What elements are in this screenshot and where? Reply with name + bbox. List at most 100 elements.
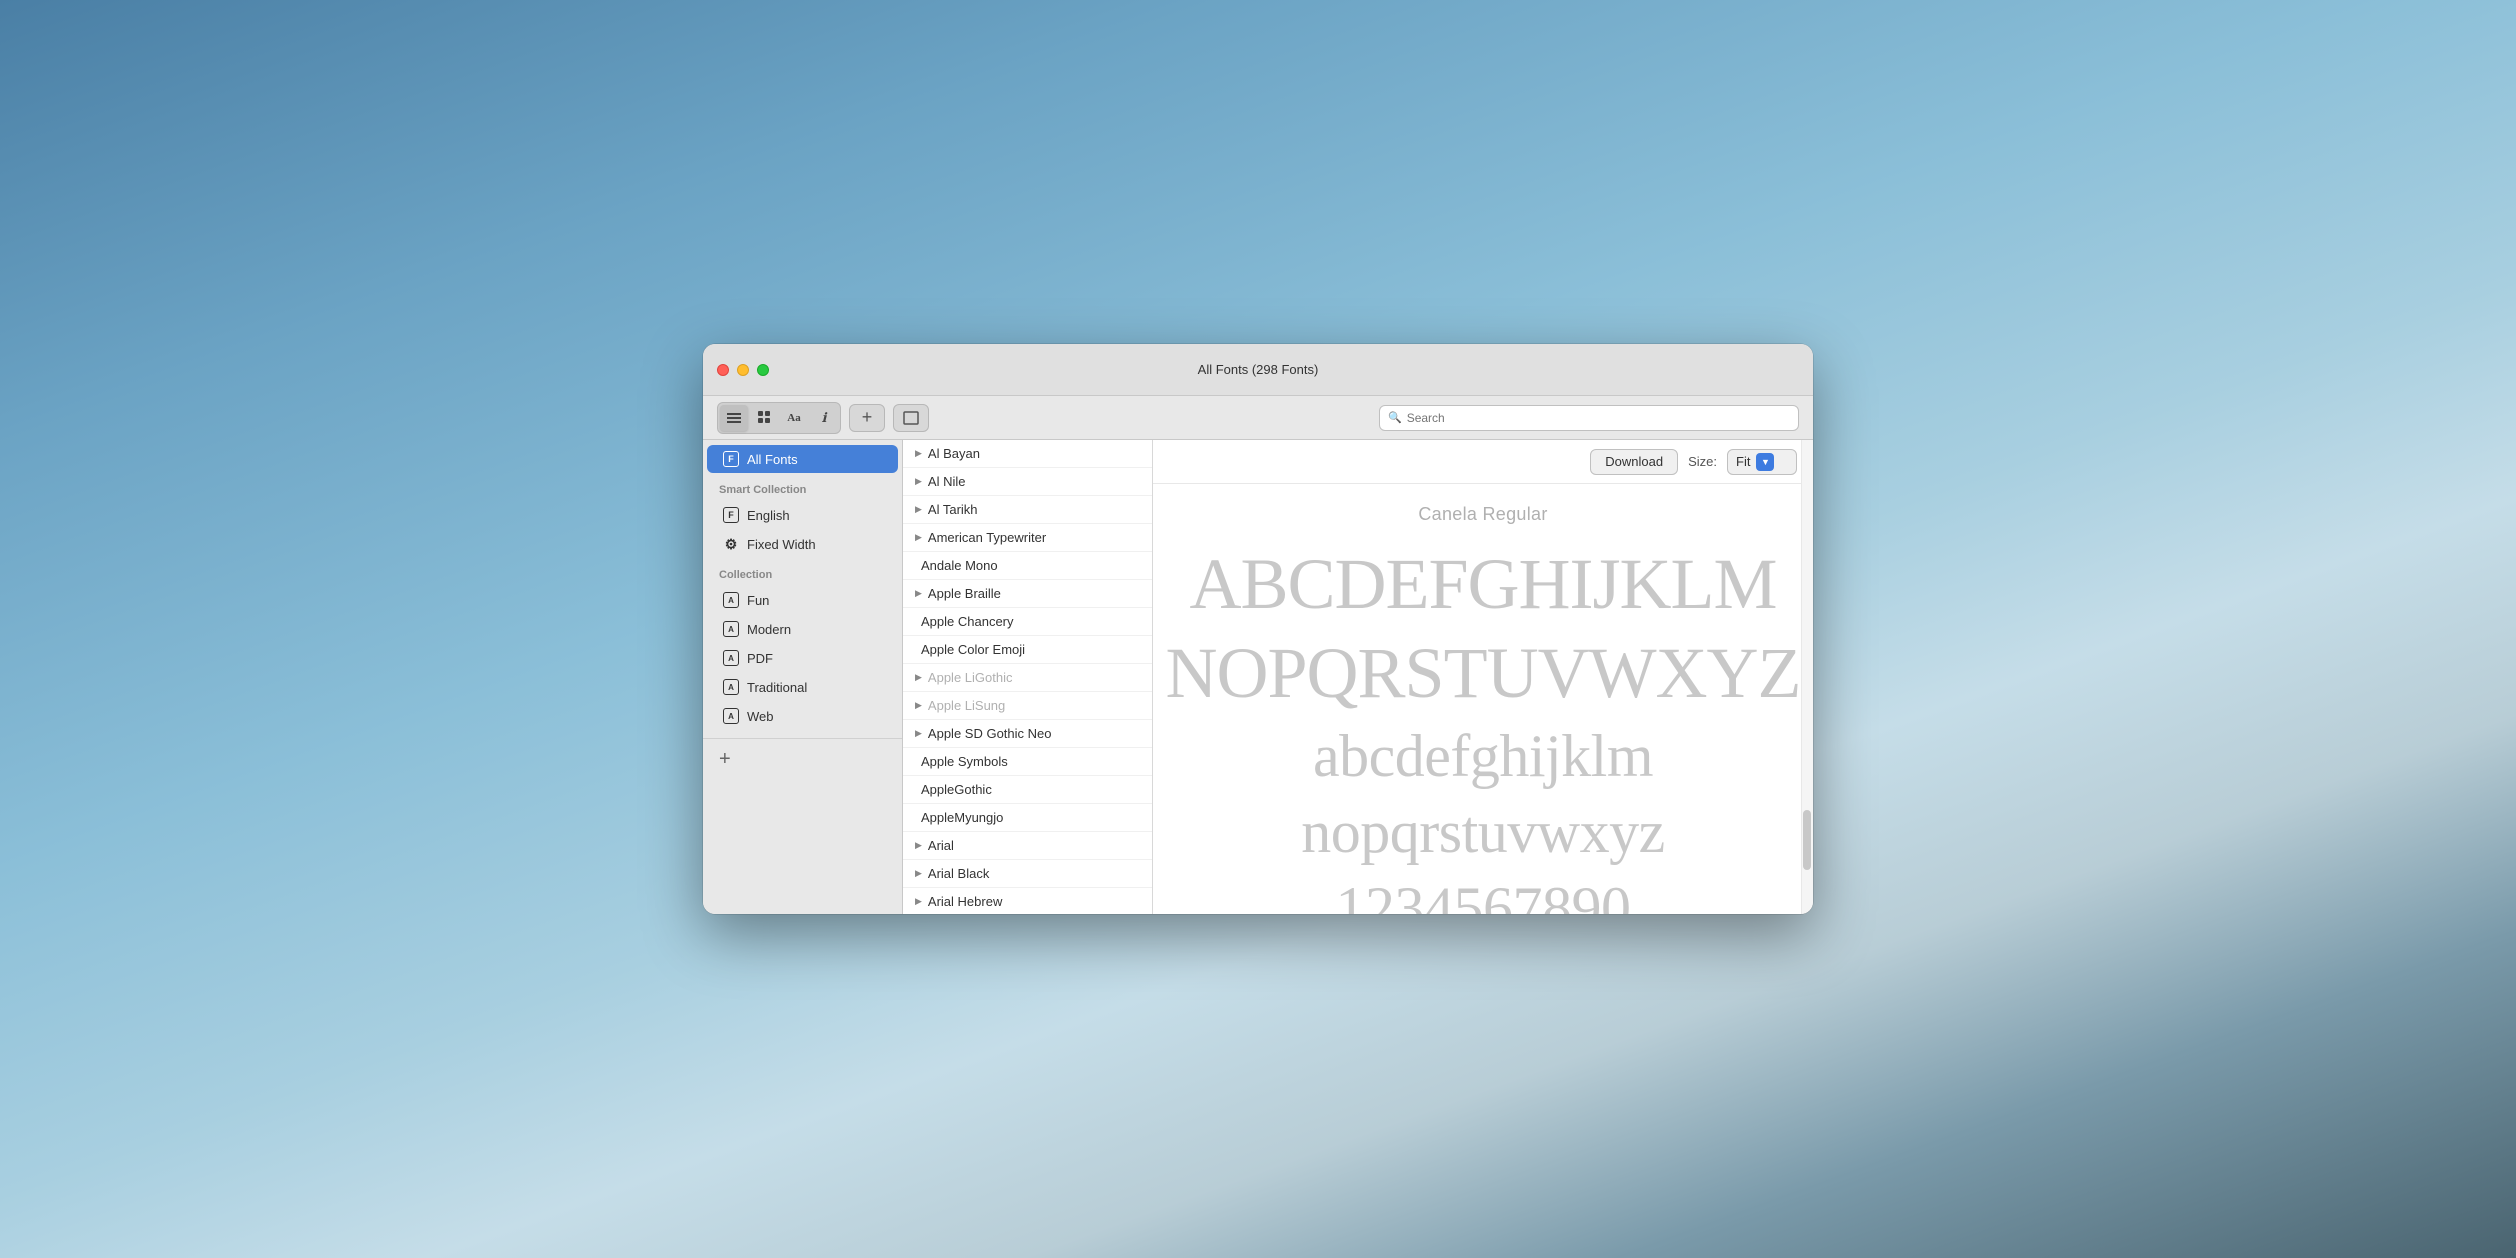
fixed-width-icon: ⚙ <box>723 536 739 552</box>
info-button[interactable]: ℹ <box>810 405 838 431</box>
font-arrow-icon: ▶ <box>915 504 922 515</box>
list-view-button[interactable] <box>720 405 748 431</box>
sidebar-item-all-fonts[interactable]: F All Fonts <box>707 445 898 473</box>
font-list-item[interactable]: ▶ Al Tarikh <box>903 496 1152 524</box>
font-list-item[interactable]: ▶Al Bayan <box>903 440 1152 468</box>
fun-icon: A <box>723 592 739 608</box>
fixed-width-label: Fixed Width <box>747 537 816 552</box>
font-name-label: Apple SD Gothic Neo <box>928 726 1052 741</box>
sidebar-item-english[interactable]: F English <box>707 501 898 529</box>
font-name-label: Apple LiSung <box>928 698 1005 713</box>
font-name-label: Apple Color Emoji <box>921 642 1025 657</box>
pdf-icon: A <box>723 650 739 666</box>
search-box: 🔍 <box>1379 405 1799 431</box>
font-name-label: Apple Chancery <box>921 614 1014 629</box>
font-arrow-icon: ▶ <box>915 868 922 879</box>
size-label: Size: <box>1688 454 1717 469</box>
title-bar: All Fonts (298 Fonts) <box>703 344 1813 396</box>
traditional-label: Traditional <box>747 680 807 695</box>
smart-collection-label: Smart Collection <box>703 474 902 500</box>
preview-scrollbar-thumb <box>1803 810 1811 870</box>
font-arrow-icon: ▶ <box>915 588 922 599</box>
font-name-label: Al Tarikh <box>928 502 978 517</box>
sidebar-item-pdf[interactable]: A PDF <box>707 644 898 672</box>
sidebar-item-traditional[interactable]: A Traditional <box>707 673 898 701</box>
traditional-icon: A <box>723 679 739 695</box>
font-arrow-icon: ▶ <box>915 448 922 459</box>
font-name-label: Arial <box>928 838 954 853</box>
font-list-item[interactable]: ▶ Apple LiSung <box>903 692 1152 720</box>
fun-label: Fun <box>747 593 769 608</box>
size-value: Fit <box>1736 454 1750 469</box>
web-icon: A <box>723 708 739 724</box>
font-arrow-icon: ▶ <box>915 840 922 851</box>
traffic-lights <box>717 364 769 376</box>
sidebar-item-fixed-width[interactable]: ⚙ Fixed Width <box>707 530 898 558</box>
font-name-label: Arial Black <box>928 866 989 881</box>
web-label: Web <box>747 709 774 724</box>
font-list-item[interactable]: ▶ Apple SD Gothic Neo <box>903 720 1152 748</box>
font-list-item[interactable]: AppleMyungjo <box>903 804 1152 832</box>
modern-label: Modern <box>747 622 791 637</box>
font-list-item[interactable]: Apple Symbols <box>903 748 1152 776</box>
font-list-item[interactable]: ▶American Typewriter <box>903 524 1152 552</box>
preview-button[interactable] <box>893 404 929 432</box>
font-list-item[interactable]: AppleGothic <box>903 776 1152 804</box>
add-collection-button[interactable]: + <box>719 749 731 769</box>
pdf-label: PDF <box>747 651 773 666</box>
preview-area: Download Size: Fit ▼ Canela Regular ABCD… <box>1153 440 1813 914</box>
search-icon: 🔍 <box>1388 411 1402 424</box>
content-area: F All Fonts Smart Collection F English ⚙… <box>703 440 1813 914</box>
font-name-label: AppleGothic <box>921 782 992 797</box>
font-list-item[interactable]: ▶Al Nile <box>903 468 1152 496</box>
font-name-label: Apple LiGothic <box>928 670 1013 685</box>
preview-uppercase2: NOPQRSTUVWXYZ <box>1166 634 1801 713</box>
font-list-item[interactable]: Apple Color Emoji <box>903 636 1152 664</box>
minimize-button[interactable] <box>737 364 749 376</box>
font-arrow-icon: ▶ <box>915 700 922 711</box>
sidebar-item-web[interactable]: A Web <box>707 702 898 730</box>
size-select[interactable]: Fit ▼ <box>1727 449 1797 475</box>
toolbar: Aa ℹ + 🔍 <box>703 396 1813 440</box>
preview-content: Canela Regular ABCDEFGHIJKLM NOPQRSTUVWX… <box>1153 484 1813 914</box>
font-list-item[interactable]: ▶ Arial <box>903 832 1152 860</box>
maximize-button[interactable] <box>757 364 769 376</box>
font-arrow-icon: ▶ <box>915 728 922 739</box>
font-list-item[interactable]: ▶ Arial Black <box>903 860 1152 888</box>
font-name-label: Andale Mono <box>921 558 998 573</box>
preview-toolbar: Download Size: Fit ▼ <box>1153 440 1813 484</box>
font-list-item[interactable]: ▶ Apple Braille <box>903 580 1152 608</box>
font-list-item[interactable]: ▶ Arial Hebrew <box>903 888 1152 914</box>
preview-icon <box>903 411 919 425</box>
font-name-label: Apple Symbols <box>921 754 1008 769</box>
font-name-label: Apple Braille <box>928 586 1001 601</box>
sample-view-button[interactable]: Aa <box>780 405 808 431</box>
grid-icon <box>758 411 771 424</box>
font-list-item[interactable]: Andale Mono <box>903 552 1152 580</box>
all-fonts-icon: F <box>723 451 739 467</box>
preview-font-name: Canela Regular <box>1418 504 1547 525</box>
sidebar-item-modern[interactable]: A Modern <box>707 615 898 643</box>
font-arrow-icon: ▶ <box>915 672 922 683</box>
font-name-label: Arial Hebrew <box>928 894 1002 909</box>
search-input[interactable] <box>1407 411 1790 425</box>
add-font-button[interactable]: + <box>849 404 885 432</box>
sidebar-item-fun[interactable]: A Fun <box>707 586 898 614</box>
download-button[interactable]: Download <box>1590 449 1678 475</box>
preview-lowercase2: nopqrstuvwxyz <box>1301 799 1664 865</box>
font-list-item[interactable]: ▶ Apple LiGothic <box>903 664 1152 692</box>
sidebar-bottom: + <box>703 738 902 780</box>
font-arrow-icon: ▶ <box>915 896 922 907</box>
modern-icon: A <box>723 621 739 637</box>
font-arrow-icon: ▶ <box>915 532 922 543</box>
preview-scrollbar[interactable] <box>1801 440 1813 914</box>
grid-view-button[interactable] <box>750 405 778 431</box>
app-window: All Fonts (298 Fonts) Aa ℹ <box>703 344 1813 914</box>
preview-numbers: 1234567890 <box>1336 875 1631 914</box>
all-fonts-label: All Fonts <box>747 452 798 467</box>
font-name-label: Al Nile <box>928 474 966 489</box>
close-button[interactable] <box>717 364 729 376</box>
english-label: English <box>747 508 790 523</box>
font-list-item[interactable]: Apple Chancery <box>903 608 1152 636</box>
font-name-label: AppleMyungjo <box>921 810 1003 825</box>
